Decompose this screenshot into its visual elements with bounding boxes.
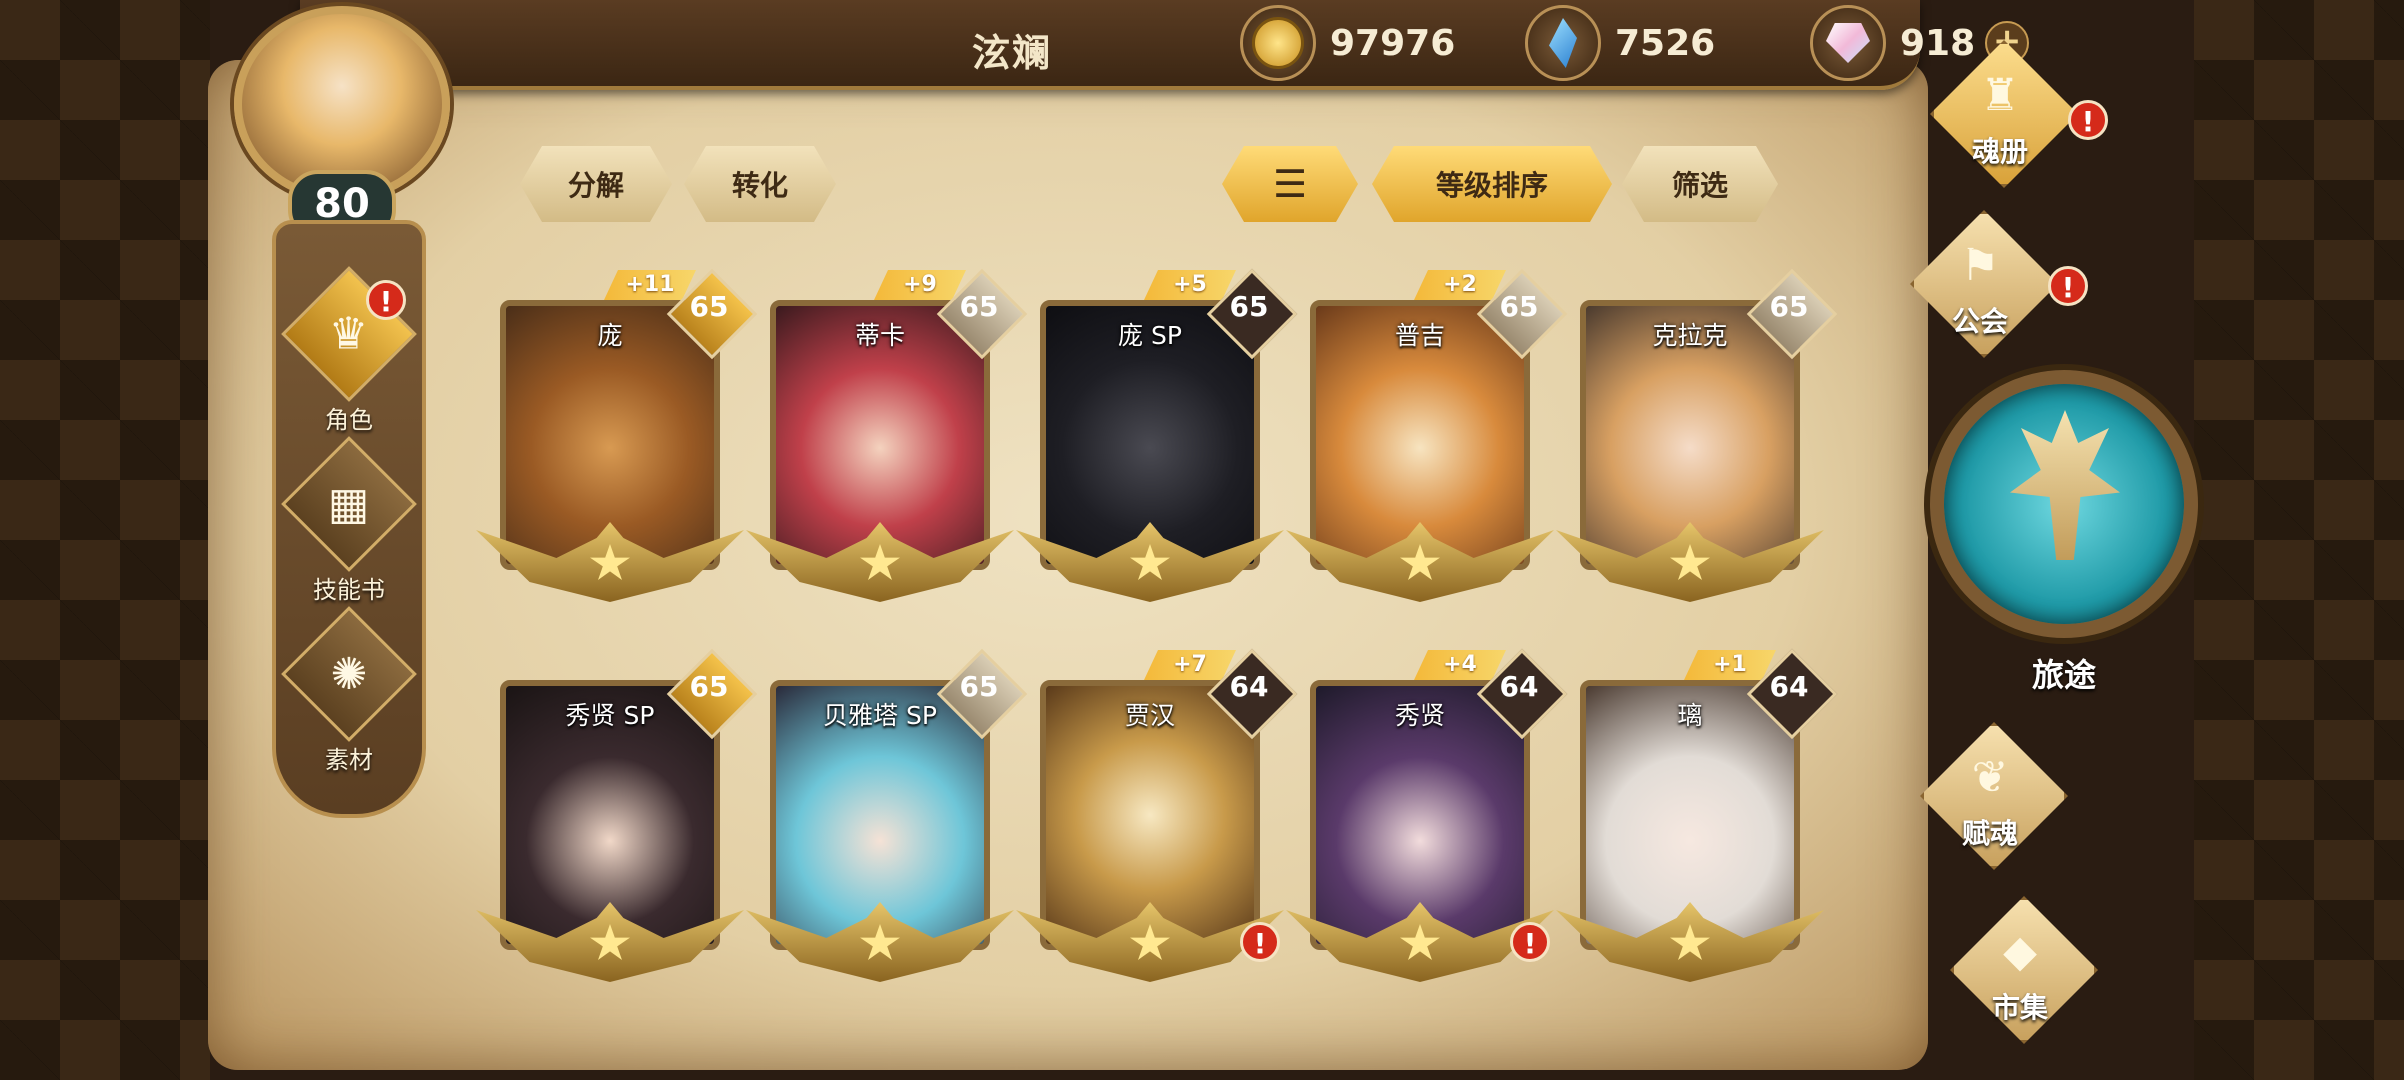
character-level: 64 — [1229, 670, 1269, 703]
character-card[interactable]: 秀贤 SP 65 — [476, 648, 758, 982]
convert-button[interactable]: 转化 — [684, 146, 836, 222]
character-level: 65 — [689, 670, 729, 703]
skill-book-icon: ▦ — [328, 478, 370, 530]
character-level: 65 — [689, 290, 729, 323]
journey-button[interactable]: 旅途 — [1930, 350, 2198, 694]
sort-by-level-button[interactable]: 等级排序 — [1372, 146, 1612, 222]
guild-button[interactable]: ⚑ 公会 ! — [1880, 210, 2088, 360]
right-background-pattern — [2194, 0, 2404, 1080]
player-name: 泫斓 — [972, 31, 1053, 75]
pink-gem-icon — [1810, 5, 1886, 81]
character-card[interactable]: 克拉克 65 — [1556, 268, 1838, 602]
top-bar: 泫斓 97976 7526 918 + — [300, 0, 2030, 90]
nav-label-materials: 素材 — [325, 746, 373, 774]
character-level: 64 — [1499, 670, 1539, 703]
gold-value: 97976 — [1330, 22, 1456, 64]
filter-button[interactable]: 筛选 — [1622, 146, 1778, 222]
nav-item-skill-books[interactable]: ▦ 技能书 — [281, 436, 417, 612]
blue-crystal-icon — [1525, 5, 1601, 81]
journey-label: 旅途 — [2031, 656, 2096, 694]
character-card[interactable]: 庞 +11 65 — [476, 268, 758, 602]
sort-icon: ☰ — [1272, 162, 1308, 206]
nav-item-materials[interactable]: ✺ 素材 — [281, 606, 417, 782]
characters-alert-icon: ! — [366, 280, 406, 320]
character-level: 65 — [1229, 290, 1269, 323]
soul-grant-label: 赋魂 — [1961, 817, 2018, 850]
nav-label-skill-books: 技能书 — [313, 576, 385, 604]
character-level: 65 — [959, 670, 999, 703]
character-card[interactable]: 蒂卡 +9 65 — [746, 268, 1028, 602]
card-alert-icon: ! — [1510, 922, 1550, 962]
character-card[interactable]: 贾汉 +7 64! — [1016, 648, 1298, 982]
crystal-value: 7526 — [1615, 22, 1716, 64]
crystal-currency: 7526 — [1525, 5, 1716, 81]
soul-book-button[interactable]: ♜ 魂册 ! — [1900, 40, 2108, 190]
character-level: 64 — [1769, 670, 1809, 703]
character-card[interactable]: 秀贤 +4 64! — [1286, 648, 1568, 982]
material-icon: ✺ — [330, 648, 368, 700]
character-level: 65 — [959, 290, 999, 323]
soul-book-alert-icon: ! — [2068, 100, 2108, 140]
character-card[interactable]: 璃 +1 64 — [1556, 648, 1838, 982]
decompose-button[interactable]: 分解 — [520, 146, 672, 222]
character-card[interactable]: 普吉 +2 65 — [1286, 268, 1568, 602]
gold-coin-icon — [1240, 5, 1316, 81]
player-avatar-frame[interactable]: 80 — [206, 0, 486, 240]
guild-alert-icon: ! — [2048, 266, 2088, 306]
left-background-pattern — [0, 0, 210, 1080]
card-alert-icon: ! — [1240, 922, 1280, 962]
soul-book-label: 魂册 — [1971, 135, 2028, 168]
gold-currency: 97976 — [1240, 5, 1456, 81]
market-button[interactable]: ◆ 市集 — [1920, 896, 2120, 1046]
guild-label: 公会 — [1951, 305, 2008, 338]
left-nav: ♛ 角色 ! ▦ 技能书 ✺ 素材 — [272, 220, 426, 818]
character-card[interactable]: 贝雅塔 SP 65 — [746, 648, 1028, 982]
sort-order-button[interactable]: ☰ — [1222, 146, 1358, 222]
character-level: 65 — [1769, 290, 1809, 323]
diamond-icon: ◆ — [2003, 926, 2037, 977]
helmet-icon: ♛ — [329, 308, 369, 360]
nav-label-characters: 角色 — [325, 406, 373, 434]
character-card[interactable]: 庞 SP +5 65 — [1016, 268, 1298, 602]
soul-grant-button[interactable]: ❦ 赋魂 — [1890, 722, 2090, 872]
guild-icon: ⚑ — [1960, 240, 2000, 291]
character-level: 65 — [1499, 290, 1539, 323]
flame-icon: ❦ — [1971, 752, 2009, 803]
soul-book-icon: ♜ — [1980, 70, 2020, 121]
market-label: 市集 — [1991, 991, 2048, 1024]
